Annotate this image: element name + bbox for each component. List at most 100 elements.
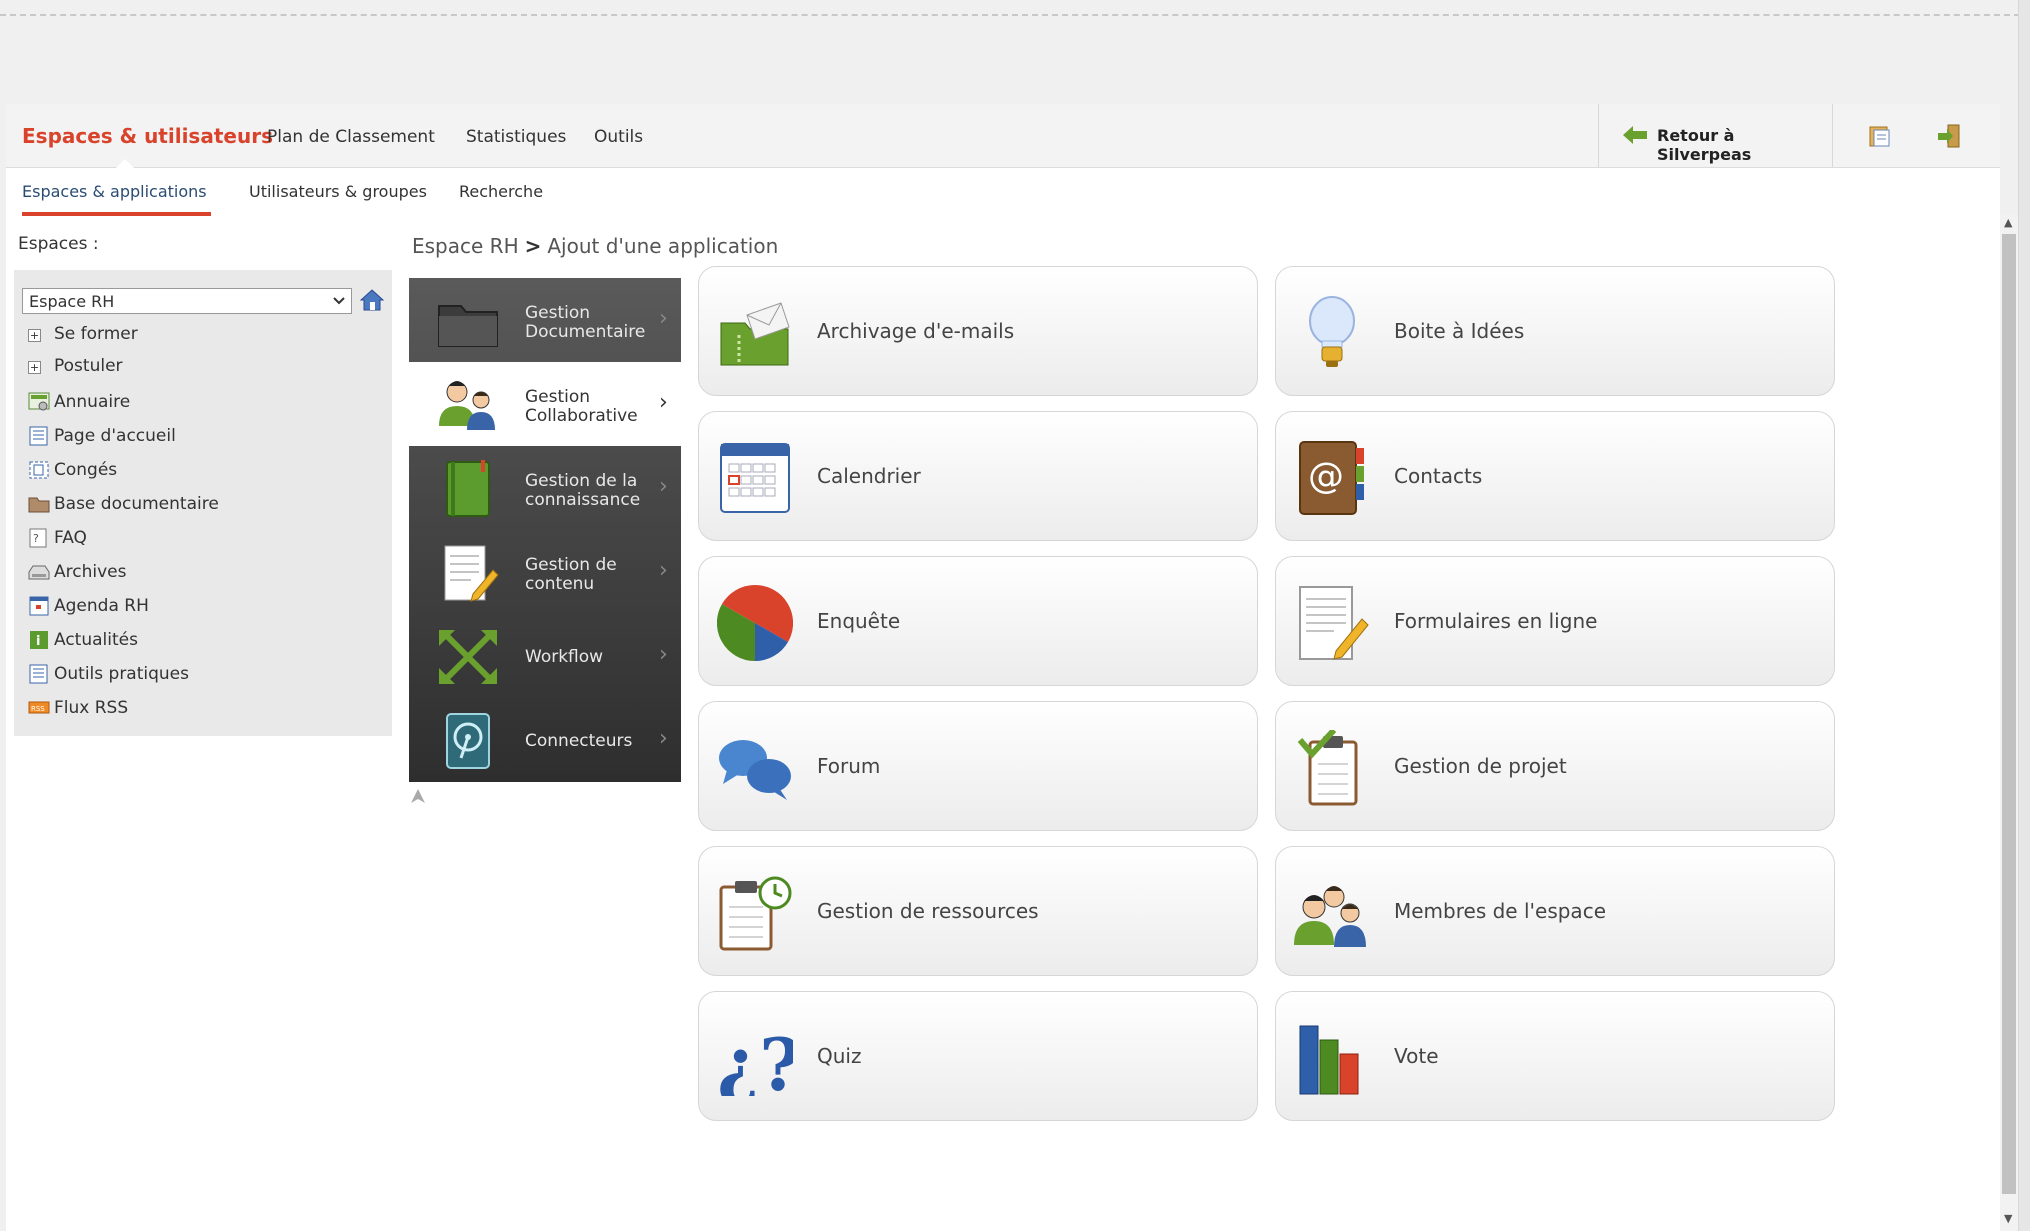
category-gestion-documentaire[interactable]: Gestion Documentaire › <box>409 278 681 362</box>
category-workflow[interactable]: Workflow › <box>409 614 681 698</box>
tree-item-flux-rss[interactable]: RSS Flux RSS <box>28 698 278 724</box>
calendar-icon <box>720 443 790 513</box>
calendar-select-icon <box>29 461 49 479</box>
clipboard-tool-icon[interactable] <box>1867 124 1893 148</box>
category-gestion-collaborative[interactable]: Gestion Collaborative › <box>409 362 681 446</box>
home-icon[interactable] <box>360 288 384 312</box>
nav-statistiques[interactable]: Statistiques <box>466 127 566 147</box>
book-icon <box>446 460 490 517</box>
tree-item-annuaire[interactable]: Annuaire <box>28 392 278 418</box>
category-gestion-connaissance[interactable]: Gestion de la connaissance › <box>409 446 681 530</box>
tree-item-faq[interactable]: ? FAQ <box>28 528 278 554</box>
retour-silverpeas-button[interactable]: Retour à Silverpeas <box>1598 104 1833 167</box>
vertical-scrollbar[interactable]: ▲ ▼ <box>2000 214 2018 1231</box>
svg-text:¿?: ¿? <box>717 1022 793 1096</box>
question-icon: ¿? <box>717 1022 793 1096</box>
active-caret <box>116 159 134 168</box>
breadcrumb-separator: > <box>524 234 542 258</box>
app-card-enquete[interactable]: Enquête <box>698 556 1258 686</box>
app-card-quiz[interactable]: ¿? Quiz <box>698 991 1258 1121</box>
app-label: Membres de l'espace <box>1394 899 1606 923</box>
info-icon: i <box>30 631 48 649</box>
retour-label: Retour à Silverpeas <box>1657 126 1752 164</box>
tree-item-outils-pratiques[interactable]: Outils pratiques <box>28 664 278 690</box>
tab-utilisateurs-groupes[interactable]: Utilisateurs & groupes <box>249 182 427 201</box>
back-arrow-icon <box>1623 126 1647 144</box>
category-gestion-contenu[interactable]: Gestion de contenu › <box>409 530 681 614</box>
page-icon <box>29 664 48 684</box>
expand-icon[interactable]: + <box>28 361 41 374</box>
app-card-vote[interactable]: Vote <box>1275 991 1835 1121</box>
clipboard-clock-icon <box>719 876 792 951</box>
archive-icon <box>28 565 50 580</box>
nav-outils[interactable]: Outils <box>594 127 643 147</box>
tree-label: Flux RSS <box>54 698 129 718</box>
scrollbar-thumb[interactable] <box>2002 234 2016 1194</box>
app-label: Vote <box>1394 1044 1439 1068</box>
tree-item-agenda-rh[interactable]: Agenda RH <box>28 596 278 622</box>
app-card-gestion-de-projet[interactable]: Gestion de projet <box>1275 701 1835 831</box>
space-select-value: Espace RH <box>29 292 115 311</box>
tree-item-postuler[interactable]: + Postuler <box>28 356 228 382</box>
breadcrumb: Espace RH > Ajout d'une application <box>412 234 778 258</box>
chevron-right-icon: › <box>659 306 668 331</box>
bar-chart-icon <box>1299 1025 1359 1095</box>
space-select[interactable]: Espace RH <box>22 288 352 314</box>
tab-espaces-applications[interactable]: Espaces & applications <box>22 182 207 201</box>
svg-text:RSS: RSS <box>31 705 45 713</box>
app-card-calendrier[interactable]: Calendrier <box>698 411 1258 541</box>
tree-item-actualites[interactable]: i Actualités <box>28 630 278 656</box>
nav-espaces-utilisateurs[interactable]: Espaces & utilisateurs <box>22 124 273 148</box>
tab-recherche[interactable]: Recherche <box>459 182 543 201</box>
tree-item-page-accueil[interactable]: Page d'accueil <box>28 426 278 452</box>
tree-label: Archives <box>54 562 127 582</box>
app-card-boite-a-idees[interactable]: Boite à Idées <box>1275 266 1835 396</box>
app-card-archivage-emails[interactable]: Archivage d'e-mails <box>698 266 1258 396</box>
tree-label: Base documentaire <box>54 494 219 514</box>
app-label: Boite à Idées <box>1394 319 1525 343</box>
rss-icon: RSS <box>28 701 50 714</box>
chevron-right-icon: › <box>659 726 668 751</box>
exit-door-icon[interactable] <box>1936 124 1962 148</box>
tree-label: Congés <box>54 460 118 480</box>
chevron-right-icon: › <box>659 642 668 667</box>
page-icon <box>29 426 48 446</box>
category-label: Workflow <box>525 647 604 667</box>
expand-icon[interactable]: + <box>28 329 41 342</box>
category-connecteurs[interactable]: Connecteurs › <box>409 698 681 782</box>
chevron-down-icon <box>333 297 345 305</box>
scroll-up-icon[interactable]: ▲ <box>2004 216 2012 229</box>
address-book-icon: @ <box>1299 441 1364 515</box>
app-card-membres-espace[interactable]: Membres de l'espace <box>1275 846 1835 976</box>
app-card-contacts[interactable]: @ Contacts <box>1275 411 1835 541</box>
app-label: Formulaires en ligne <box>1394 609 1598 633</box>
app-card-gestion-ressources[interactable]: Gestion de ressources <box>698 846 1258 976</box>
space-tree-panel: Espace RH + Se former + Postuler Annuair… <box>14 270 392 736</box>
people-icon <box>439 381 495 430</box>
speech-bubbles-icon <box>719 740 791 800</box>
scroll-top-arrow-icon[interactable] <box>410 788 426 804</box>
app-card-forum[interactable]: Forum <box>698 701 1258 831</box>
main-navigation: Espaces & utilisateurs Plan de Classemen… <box>6 104 2000 168</box>
tree-item-se-former[interactable]: + Se former <box>28 324 228 350</box>
group-icon <box>1294 886 1366 947</box>
category-label: Gestion Documentaire <box>525 303 646 342</box>
tree-item-archives[interactable]: Archives <box>28 562 278 588</box>
tree-item-conges[interactable]: Congés <box>28 460 278 486</box>
scroll-down-icon[interactable]: ▼ <box>2004 1212 2012 1225</box>
app-label: Calendrier <box>817 464 921 488</box>
tree-label: FAQ <box>54 528 87 548</box>
breadcrumb-current: Ajout d'une application <box>547 234 779 258</box>
mail-archive-icon <box>720 302 790 366</box>
active-tab-underline <box>22 212 211 216</box>
form-icon <box>1299 586 1369 660</box>
app-label: Archivage d'e-mails <box>817 319 1015 343</box>
nav-plan-de-classement[interactable]: Plan de Classement <box>267 127 435 147</box>
tree-item-base-documentaire[interactable]: Base documentaire <box>28 494 278 520</box>
tree-label: Outils pratiques <box>54 664 189 684</box>
app-card-formulaires-en-ligne[interactable]: Formulaires en ligne <box>1275 556 1835 686</box>
breadcrumb-space[interactable]: Espace RH <box>412 234 519 258</box>
faq-icon: ? <box>29 528 47 548</box>
top-dashed-border <box>0 14 2030 16</box>
app-label: Forum <box>817 754 881 778</box>
